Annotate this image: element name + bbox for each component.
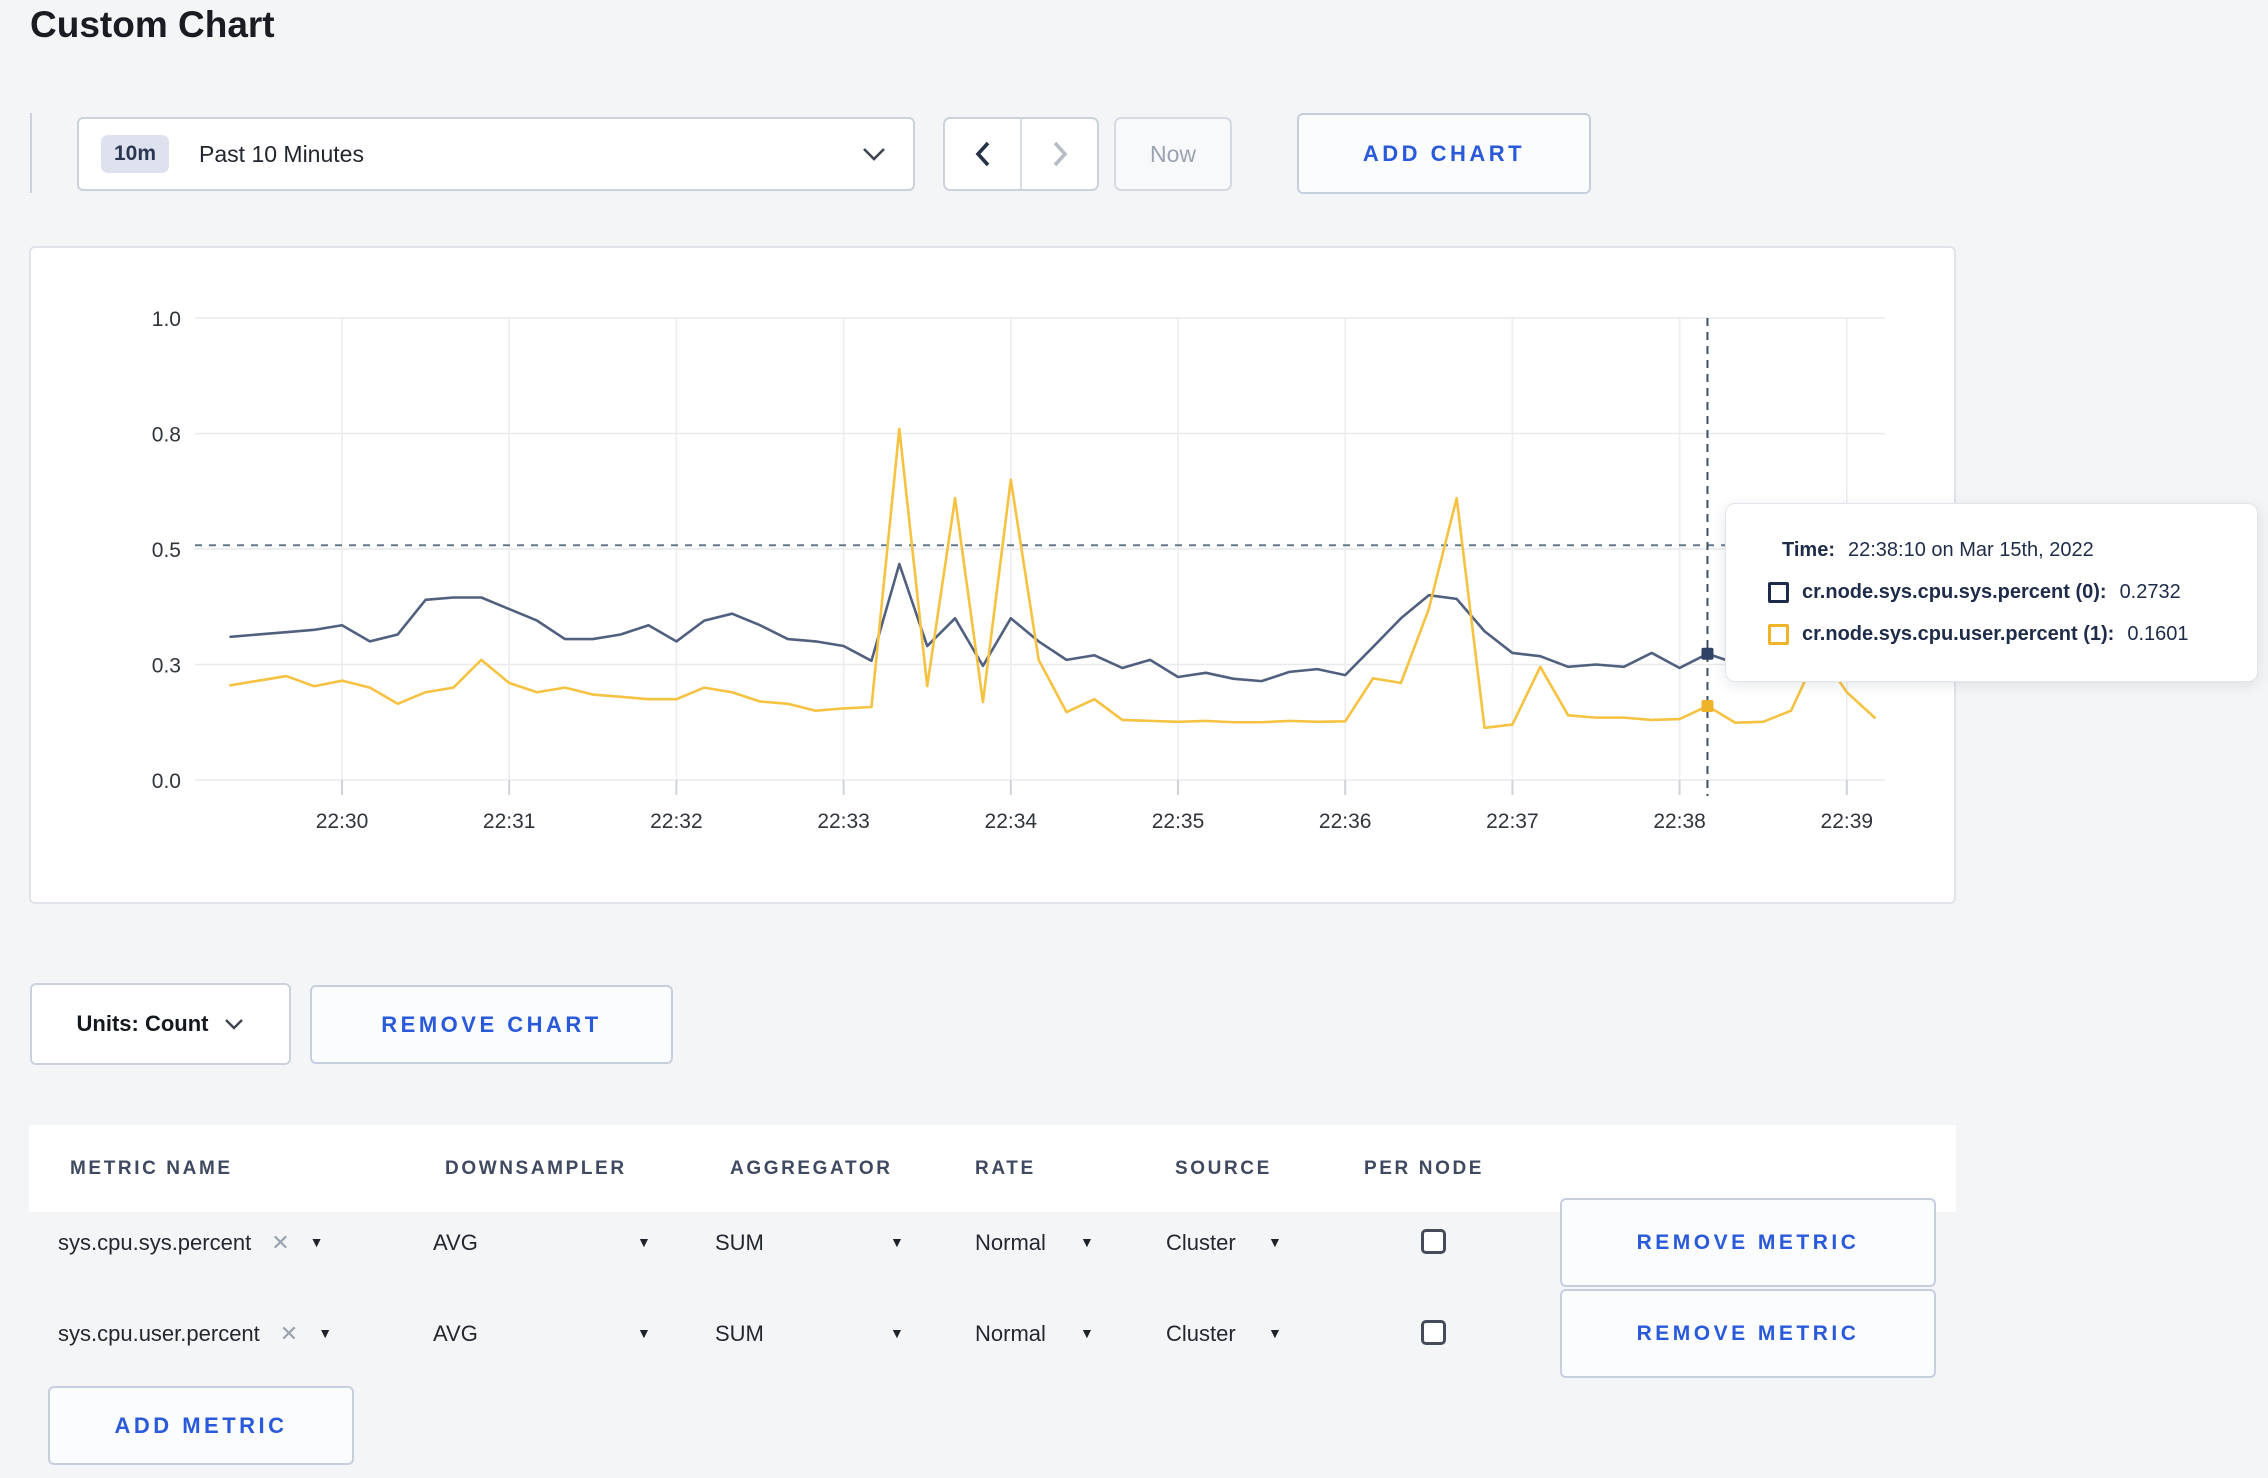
y-axis-label: 0.8	[152, 424, 181, 447]
x-axis-label: 22:37	[1486, 810, 1539, 833]
caret-down-icon[interactable]: ▼	[890, 1289, 904, 1378]
caret-down-icon[interactable]: ▼	[318, 1289, 332, 1378]
rate-select[interactable]: Normal	[975, 1198, 1046, 1287]
clear-metric-icon[interactable]: ✕	[271, 1198, 289, 1287]
caret-down-icon[interactable]: ▼	[310, 1198, 324, 1287]
prev-time-button[interactable]	[945, 119, 1020, 189]
tooltip-time-value: 22:38:10 on Mar 15th, 2022	[1847, 539, 2094, 561]
tooltip-series-value: 0.1601	[2127, 623, 2189, 645]
remove-metric-button[interactable]: REMOVE METRIC	[1560, 1198, 1936, 1287]
remove-chart-button[interactable]: REMOVE CHART	[310, 985, 673, 1064]
time-window-badge: 10m	[101, 135, 170, 173]
source-select[interactable]: Cluster	[1166, 1289, 1236, 1378]
y-axis-label: 0.0	[152, 770, 181, 793]
caret-down-icon[interactable]: ▼	[1268, 1289, 1282, 1378]
x-axis-label: 22:34	[985, 810, 1038, 833]
user-percent-swatch-icon	[1768, 624, 1789, 645]
clear-metric-icon[interactable]: ✕	[280, 1289, 298, 1378]
tooltip-time-label: Time:	[1782, 539, 1835, 561]
page-title: Custom Chart	[30, 4, 275, 45]
metric-row: sys.cpu.sys.percent ✕ ▼ AVG ▼ SUM ▼ Norm…	[29, 1198, 1956, 1287]
downsampler-select[interactable]: AVG	[433, 1198, 478, 1287]
x-axis-label: 22:31	[483, 810, 536, 833]
x-axis-label: 22:33	[817, 810, 870, 833]
aggregator-select[interactable]: SUM	[715, 1289, 764, 1378]
series-line	[229, 427, 1876, 730]
x-axis-label: 22:30	[316, 810, 369, 833]
downsampler-select[interactable]: AVG	[433, 1289, 478, 1378]
tooltip-series-row: cr.node.sys.cpu.user.percent (1): 0.1601	[1768, 623, 2257, 646]
add-metric-button[interactable]: ADD METRIC	[48, 1386, 354, 1465]
hover-dot	[1701, 647, 1714, 660]
chart-tooltip: Time: 22:38:10 on Mar 15th, 2022 cr.node…	[1725, 503, 2258, 682]
next-time-button[interactable]	[1020, 119, 1097, 189]
sys-percent-swatch-icon	[1768, 582, 1789, 603]
y-axis-label: 0.3	[152, 655, 181, 678]
chevron-down-icon	[225, 1018, 244, 1030]
tooltip-series-name: cr.node.sys.cpu.user.percent (1):	[1802, 623, 2115, 645]
tooltip-series-name: cr.node.sys.cpu.sys.percent (0):	[1802, 581, 2107, 603]
caret-down-icon[interactable]: ▼	[1080, 1289, 1094, 1378]
caret-down-icon[interactable]: ▼	[1080, 1198, 1094, 1287]
time-window-dropdown[interactable]: 10m Past 10 Minutes	[77, 117, 915, 191]
aggregator-select[interactable]: SUM	[715, 1198, 764, 1287]
x-axis-label: 22:36	[1319, 810, 1372, 833]
units-label: Units: Count	[76, 1011, 209, 1036]
rate-select[interactable]: Normal	[975, 1289, 1046, 1378]
caret-down-icon[interactable]: ▼	[1268, 1198, 1282, 1287]
chart-svg[interactable]: 0.0 0.3 0.5 0.8 1.0 22:30 22:31 22:32 22:33 22:34…	[31, 248, 1954, 902]
toolbar-left-divider	[30, 113, 32, 193]
chevron-down-icon	[861, 146, 887, 162]
time-window-label: Past 10 Minutes	[199, 140, 364, 167]
chevron-right-icon	[1053, 141, 1067, 167]
per-node-checkbox[interactable]	[1421, 1229, 1446, 1254]
add-chart-button[interactable]: ADD CHART	[1297, 113, 1591, 194]
metric-name: sys.cpu.user.percent	[58, 1321, 260, 1346]
x-axis-label: 22:32	[650, 810, 703, 833]
remove-metric-button[interactable]: REMOVE METRIC	[1560, 1289, 1936, 1378]
tooltip-series-value: 0.2732	[2119, 581, 2181, 603]
x-axis-label: 22:38	[1653, 810, 1706, 833]
tooltip-series-row: cr.node.sys.cpu.sys.percent (0): 0.2732	[1768, 581, 2257, 604]
x-axis-label: 22:39	[1821, 810, 1874, 833]
metric-name-select[interactable]: sys.cpu.user.percent ✕ ▼	[58, 1289, 332, 1378]
chevron-left-icon	[975, 141, 989, 167]
y-axis-label: 0.5	[152, 539, 181, 562]
caret-down-icon[interactable]: ▼	[890, 1198, 904, 1287]
metric-name: sys.cpu.sys.percent	[58, 1230, 252, 1255]
tooltip-time-row: Time: 22:38:10 on Mar 15th, 2022	[1768, 539, 2257, 562]
per-node-checkbox[interactable]	[1421, 1320, 1446, 1345]
hover-dot	[1701, 700, 1714, 713]
caret-down-icon[interactable]: ▼	[637, 1198, 651, 1287]
metric-row: sys.cpu.user.percent ✕ ▼ AVG ▼ SUM ▼ Nor…	[29, 1289, 1956, 1378]
time-pager	[943, 117, 1099, 191]
now-button[interactable]: Now	[1114, 117, 1232, 191]
x-axis-label: 22:35	[1152, 810, 1205, 833]
chart-panel: 0.0 0.3 0.5 0.8 1.0 22:30 22:31 22:32 22:33 22:34…	[29, 246, 1956, 904]
source-select[interactable]: Cluster	[1166, 1198, 1236, 1287]
y-axis-label: 1.0	[152, 308, 181, 331]
metric-name-select[interactable]: sys.cpu.sys.percent ✕ ▼	[58, 1198, 323, 1287]
caret-down-icon[interactable]: ▼	[637, 1289, 651, 1378]
units-dropdown[interactable]: Units: Count	[30, 983, 291, 1065]
custom-chart-page: Custom Chart 10m Past 10 Minutes Now ADD…	[0, 0, 2268, 1478]
